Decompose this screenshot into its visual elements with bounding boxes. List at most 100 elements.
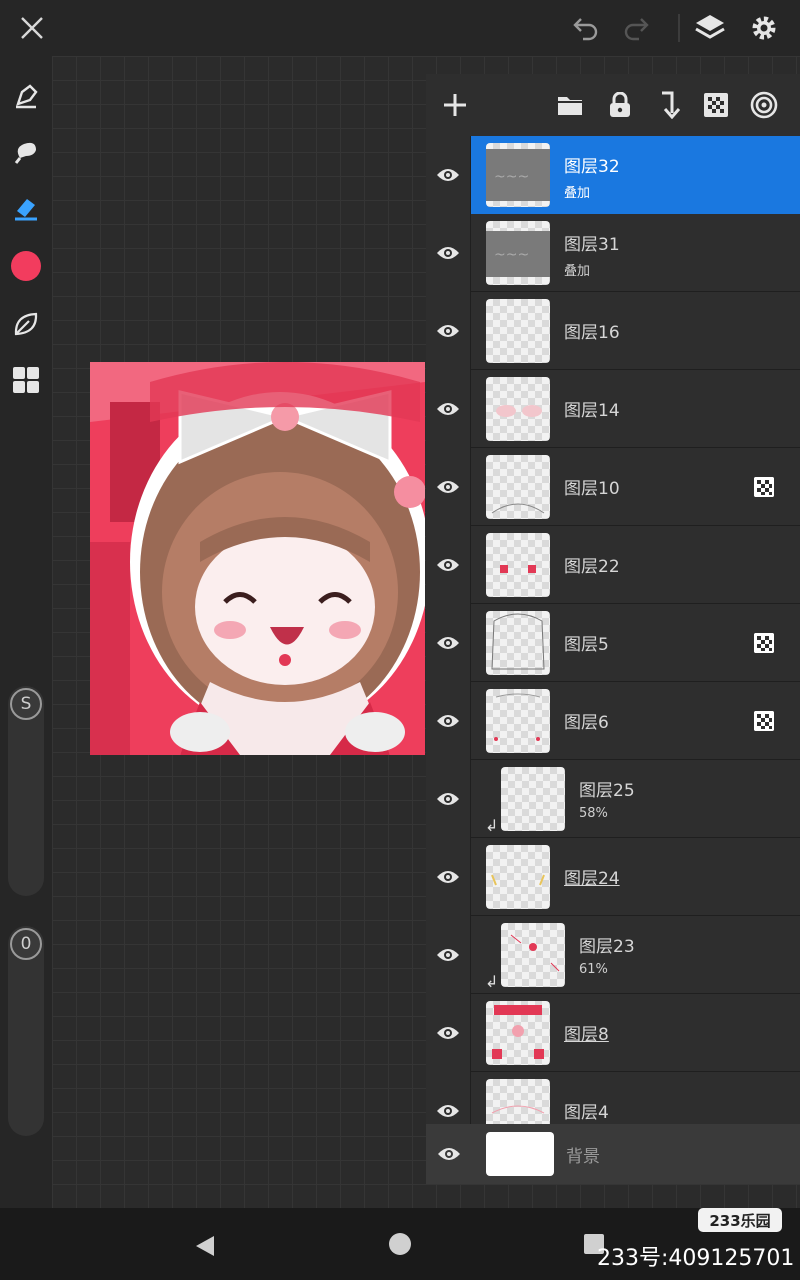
layer-row[interactable]: 图层14 [426,370,800,448]
clipping-arrow-icon: ↲ [485,972,499,991]
layer-content[interactable]: ~~~ 图层31 叠加 [471,214,800,292]
layer-name: 图层31 [564,235,620,255]
layer-content[interactable]: ~~~ 图层32 叠加 [471,136,800,214]
layer-name: 图层23 [579,937,635,957]
artwork-canvas[interactable] [90,362,425,755]
layer-content[interactable]: 图层22 [471,526,800,604]
layer-content[interactable]: 图层14 [471,370,800,448]
layer-name: 图层22 [564,557,620,577]
layer-content[interactable]: ↲ 图层25 58% [471,760,800,838]
layer-content[interactable]: 图层10 [471,448,800,526]
folder-icon[interactable] [555,90,585,120]
layer-row[interactable]: ↲ 图层23 61% [426,916,800,994]
artwork-illustration [90,362,425,755]
leaf-icon[interactable] [6,304,46,344]
watermark-logo: 233乐园 [698,1208,782,1232]
lock-icon[interactable] [605,90,635,120]
eye-icon[interactable] [426,136,471,214]
layer-thumbnail [501,923,565,987]
layer-content[interactable]: 图层5 [471,604,800,682]
layer-opacity: 58% [579,806,608,821]
layer-thumbnail [486,689,550,753]
layer-row[interactable]: 图层24 [426,838,800,916]
eye-icon[interactable] [426,526,471,604]
left-toolbar: S 0 [0,56,52,1208]
eraser-icon[interactable] [6,188,46,228]
layer-row[interactable]: ↲ 图层25 58% [426,760,800,838]
grid-menu-icon[interactable] [6,360,46,400]
eye-icon[interactable] [426,916,471,994]
alpha-lock-icon[interactable] [754,633,774,653]
add-icon[interactable] [440,90,470,120]
layer-name: 图层32 [564,157,620,177]
layer-blend-mode: 叠加 [564,186,591,201]
layers-icon[interactable] [690,8,730,48]
layer-row[interactable]: 图层16 [426,292,800,370]
layer-opacity: 61% [579,962,608,977]
layer-row[interactable]: 图层5 [426,604,800,682]
clipping-arrow-icon: ↲ [485,816,499,835]
eye-icon[interactable] [426,760,471,838]
pen-icon[interactable] [6,76,46,116]
layer-thumbnail [486,611,550,675]
eye-icon[interactable] [426,214,471,292]
layer-thumbnail [486,377,550,441]
redo-icon[interactable] [616,8,656,48]
layer-content[interactable]: 图层6 [471,682,800,760]
eye-icon[interactable] [426,448,471,526]
layer-panel-toolbar [426,74,800,136]
layer-content[interactable]: 图层8 [471,994,800,1072]
brush-size-knob[interactable]: S [10,688,42,720]
background-thumbnail [486,1132,554,1176]
target-icon[interactable] [749,90,779,120]
smudge-icon[interactable] [6,132,46,172]
layer-thumbnail: ~~~ [486,143,550,207]
eye-icon[interactable] [426,604,471,682]
gear-icon[interactable] [744,8,784,48]
merge-down-icon[interactable] [653,90,683,120]
layer-content[interactable]: 图层16 [471,292,800,370]
layer-name: 图层5 [564,635,609,655]
layer-name: 图层25 [579,781,635,801]
eye-icon[interactable] [426,838,471,916]
watermark-id: 233号:409125701 [597,1246,795,1271]
eye-icon[interactable] [426,370,471,448]
layer-row[interactable]: ~~~ 图层31 叠加 [426,214,800,292]
close-icon[interactable] [12,8,52,48]
eye-icon[interactable] [426,292,471,370]
layer-thumbnail: ~~~ [486,221,550,285]
back-nav-icon[interactable] [194,1234,216,1262]
layer-row[interactable]: 图层8 [426,994,800,1072]
layer-thumbnail [486,1001,550,1065]
layer-thumbnail [501,767,565,831]
layer-row[interactable]: 图层6 [426,682,800,760]
color-swatch[interactable] [6,246,46,286]
top-bar [0,0,800,56]
eye-icon[interactable] [426,682,471,760]
layer-name: 图层16 [564,323,620,343]
layer-content[interactable]: 图层24 [471,838,800,916]
svg-text:~~~: ~~~ [494,169,529,185]
layer-blend-mode: 叠加 [564,264,591,279]
layer-content[interactable]: ↲ 图层23 61% [471,916,800,994]
undo-icon[interactable] [566,8,606,48]
layer-name: 图层10 [564,479,620,499]
layer-row[interactable]: ~~~ 图层32 叠加 [426,136,800,214]
layer-row[interactable]: 图层22 [426,526,800,604]
layer-row[interactable]: 图层10 [426,448,800,526]
layer-thumbnail [486,299,550,363]
background-layer-row[interactable]: 背景 [426,1124,800,1184]
eye-icon[interactable] [426,994,471,1072]
brush-opacity-knob[interactable]: 0 [10,928,42,960]
layer-panel: ~~~ 图层32 叠加 ~~~ 图层31 叠加图层16 图层14 图层10 图层22 图层5 图层6… [426,74,800,1184]
layer-name: 图层8 [564,1025,609,1045]
alpha-lock-icon[interactable] [754,711,774,731]
background-layer-name: 背景 [566,1147,600,1167]
alpha-lock-icon[interactable] [754,477,774,497]
layer-name: 图层24 [564,869,620,889]
layer-thumbnail [486,455,550,519]
eye-icon[interactable] [426,1124,471,1184]
checker-icon[interactable] [701,90,731,120]
layer-name: 图层6 [564,713,609,733]
home-nav-icon[interactable] [389,1233,411,1255]
